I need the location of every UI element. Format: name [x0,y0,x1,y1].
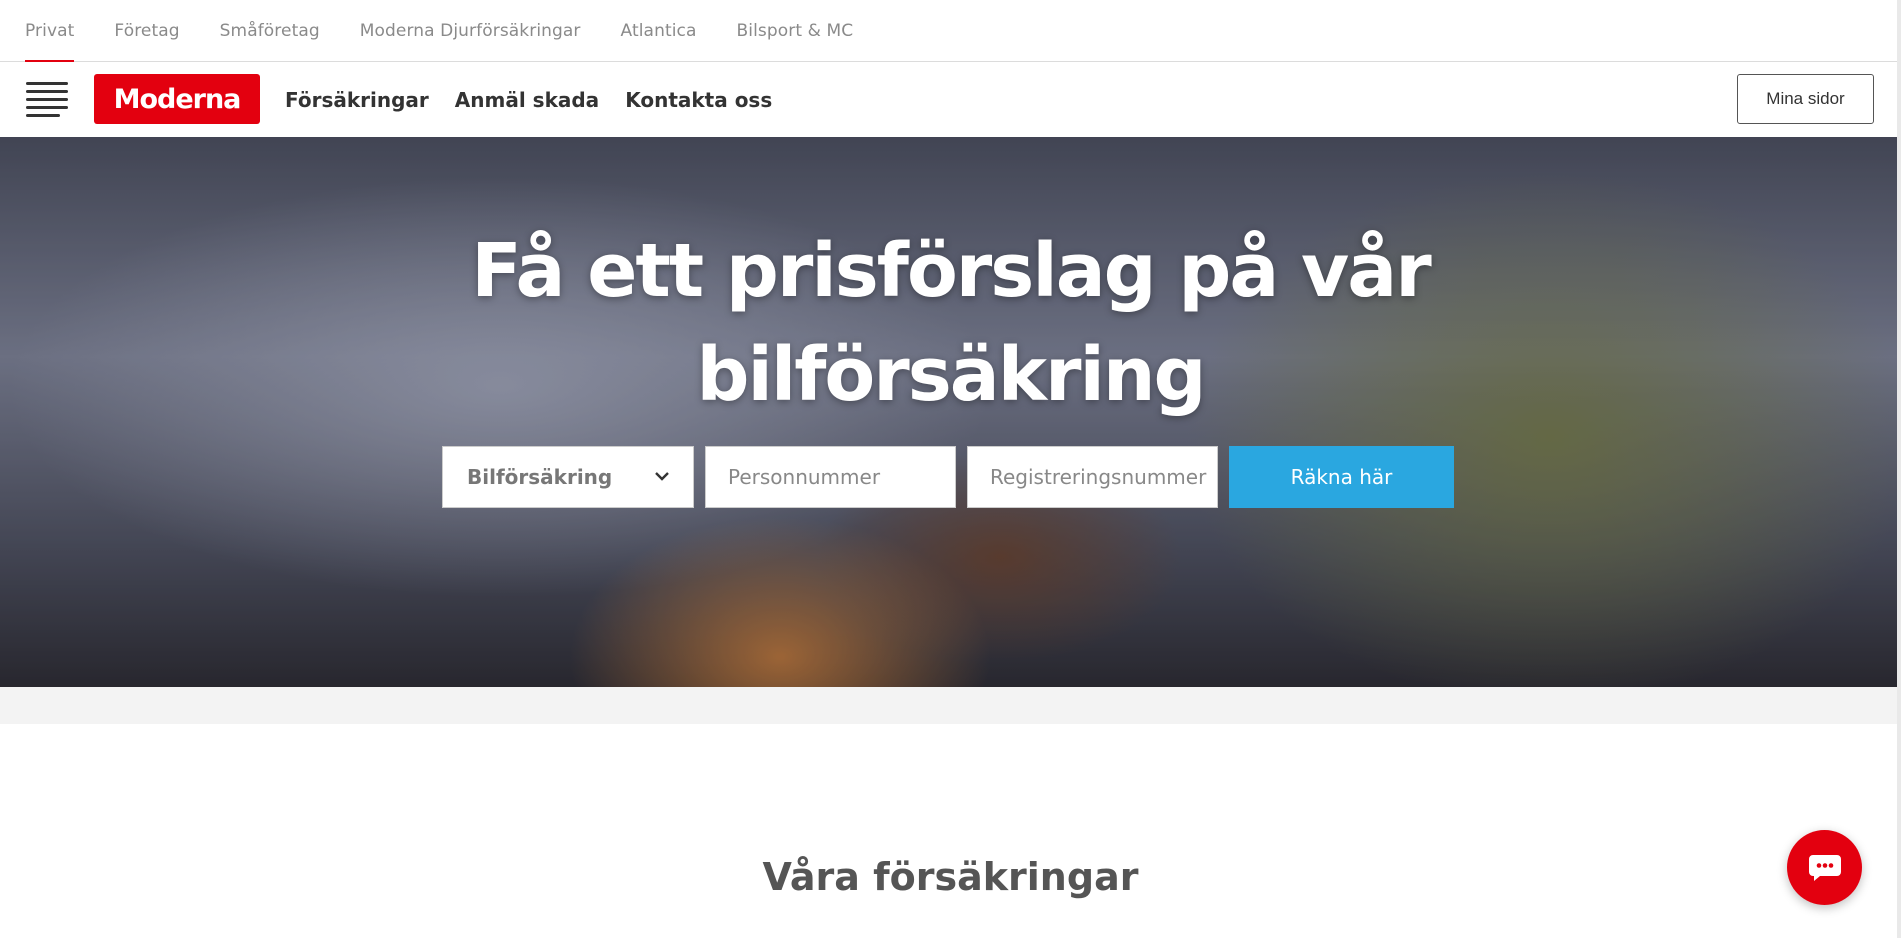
nav-link-forsakringar[interactable]: Försäkringar [285,88,429,112]
rakna-har-button[interactable]: Räkna här [1229,446,1454,508]
chat-button[interactable] [1787,830,1862,905]
mina-sidor-button[interactable]: Mina sidor [1737,74,1874,124]
quote-form: Bilförsäkring Räkna här [442,446,1454,508]
section-title: Våra försäkringar [762,855,1139,899]
segment-bilsport-mc[interactable]: Bilsport & MC [737,0,854,62]
hero-banner: Få ett prisförslag på vår bilförsäkring … [0,137,1901,687]
segment-smaforetag[interactable]: Småföretag [220,0,320,62]
moderna-logo[interactable]: Moderna [94,74,260,124]
segment-privat[interactable]: Privat [25,0,75,63]
primary-nav-links: Försäkringar Anmäl skada Kontakta oss [285,62,798,137]
hamburger-menu-icon[interactable] [26,82,68,118]
chat-bubble-icon [1808,854,1841,881]
hero-title: Få ett prisförslag på vår bilförsäkring [471,228,1431,418]
segment-bar: Privat Företag Småföretag Moderna Djurfö… [0,0,1901,63]
segment-list: Privat Företag Småföretag Moderna Djurfö… [0,0,1901,63]
registreringsnummer-input[interactable] [967,446,1218,508]
main-nav: Moderna Försäkringar Anmäl skada Kontakt… [0,62,1901,137]
segment-foretag[interactable]: Företag [114,0,179,62]
section-divider [0,687,1901,724]
nav-link-kontakta-oss[interactable]: Kontakta oss [625,88,772,112]
insurance-type-select[interactable]: Bilförsäkring [442,446,694,508]
personnummer-input[interactable] [705,446,956,508]
segment-atlantica[interactable]: Atlantica [621,0,697,62]
nav-link-anmal-skada[interactable]: Anmäl skada [455,88,599,112]
chevron-down-icon [655,472,669,481]
scrollbar[interactable] [1897,0,1901,938]
segment-djurforsakringar[interactable]: Moderna Djurförsäkringar [360,0,581,62]
